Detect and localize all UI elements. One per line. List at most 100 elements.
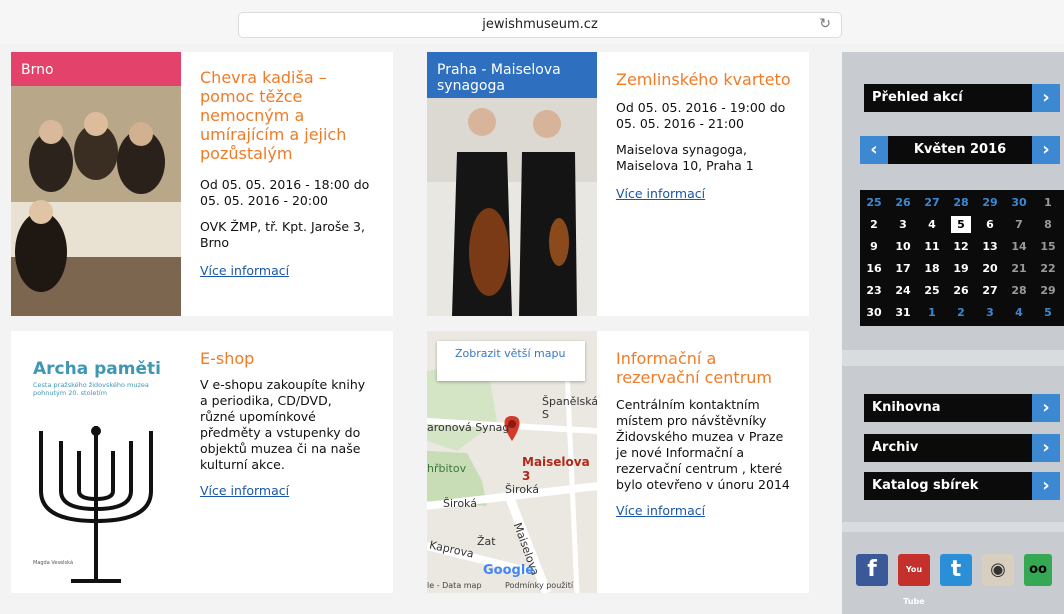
calendar-day[interactable]: 1 <box>1038 194 1058 211</box>
map-enlarge-link[interactable]: Zobrazit větší mapu <box>437 341 585 381</box>
map-label: Žat <box>477 535 496 548</box>
browser-toolbar: jewishmuseum.cz ↻ <box>0 0 1064 44</box>
calendar-day[interactable]: 16 <box>864 260 884 277</box>
calendar-day[interactable]: 30 <box>1009 194 1029 211</box>
reload-icon[interactable]: ↻ <box>819 16 831 32</box>
facebook-icon[interactable]: f <box>856 554 888 586</box>
map-label: hřbitov <box>427 462 467 475</box>
event-image-brno[interactable]: Brno <box>11 52 181 316</box>
calendar-day[interactable]: 27 <box>922 194 942 211</box>
collection-catalog-link[interactable]: Katalog sbírek › <box>864 472 1060 500</box>
calendar-day[interactable]: 22 <box>1038 260 1058 277</box>
calendar-day[interactable]: 3 <box>980 304 1000 321</box>
map-label: Maiselova 3 <box>522 455 590 483</box>
calendar-day[interactable]: 2 <box>864 216 884 233</box>
info-title[interactable]: Informační a rezervační centrum <box>616 349 776 387</box>
map-copyright: le - Data map <box>427 581 482 590</box>
twitter-icon[interactable]: t <box>940 554 972 586</box>
more-info-link[interactable]: Více informací <box>616 503 705 518</box>
calendar-day[interactable]: 30 <box>864 304 884 321</box>
calendar-day[interactable]: 10 <box>893 238 913 255</box>
calendar-day[interactable]: 29 <box>980 194 1000 211</box>
event-location-tag: Praha - Maiselova synagoga <box>427 52 597 98</box>
url-text: jewishmuseum.cz <box>482 17 598 32</box>
calendar-day[interactable]: 5 <box>1038 304 1058 321</box>
calendar-day[interactable]: 20 <box>980 260 1000 277</box>
calendar-day[interactable]: 5 <box>951 216 971 233</box>
calendar-day[interactable]: 23 <box>864 282 884 299</box>
calendar-day[interactable]: 17 <box>893 260 913 277</box>
calendar-day[interactable]: 27 <box>980 282 1000 299</box>
calendar-day[interactable]: 26 <box>951 282 971 299</box>
sidebar-separator <box>842 522 1064 532</box>
collection-catalog-label: Katalog sbírek <box>872 478 979 493</box>
calendar-month-header: ‹ Květen 2016 › <box>860 136 1060 164</box>
chevron-right-icon: › <box>1032 84 1060 112</box>
map-enlarge-label: Zobrazit větší mapu <box>455 347 566 360</box>
map-label: Široká <box>505 483 539 496</box>
calendar-day[interactable]: 31 <box>893 304 913 321</box>
calendar-grid: 25 26 27 28 29 30 1 2 3 4 5 6 7 8 9 10 11 12 13 14 15 16 17 18 1… <box>860 190 1064 326</box>
event-title[interactable]: Zemlinského kvarteto <box>616 70 796 89</box>
calendar-day[interactable]: 1 <box>922 304 942 321</box>
calendar-day[interactable]: 24 <box>893 282 913 299</box>
calendar-day[interactable]: 9 <box>864 238 884 255</box>
google-logo: Google <box>483 563 535 578</box>
more-info-link[interactable]: Více informací <box>200 483 289 498</box>
map-label: aronová Synag <box>427 421 510 434</box>
calendar-day[interactable]: 26 <box>893 194 913 211</box>
calendar-day[interactable]: 2 <box>951 304 971 321</box>
calendar-day[interactable]: 28 <box>1009 282 1029 299</box>
calendar-day[interactable]: 3 <box>893 216 913 233</box>
painting-illustration <box>11 52 181 316</box>
chevron-right-icon: › <box>1032 472 1060 500</box>
events-overview-button[interactable]: Přehled akcí › <box>864 84 1060 112</box>
sidebar-separator <box>842 350 1064 366</box>
calendar-day[interactable]: 13 <box>980 238 1000 255</box>
eshop-title[interactable]: E-shop <box>200 349 254 368</box>
youtube-icon[interactable]: You Tube <box>898 554 930 606</box>
map-terms[interactable]: Podmínky použití <box>505 581 573 590</box>
instagram-icon[interactable]: ◉ <box>982 554 1014 586</box>
events-overview-label: Přehled akcí <box>872 90 963 105</box>
calendar-day[interactable]: 11 <box>922 238 942 255</box>
map-label: Široká <box>443 497 477 510</box>
map[interactable]: Zobrazit větší mapu Španělská S aronová … <box>427 331 597 593</box>
eshop-card: Archa paměti Cesta pražského židovského … <box>11 331 393 593</box>
calendar-day[interactable]: 14 <box>1009 238 1029 255</box>
calendar-day[interactable]: 12 <box>951 238 971 255</box>
event-image-praha[interactable]: Praha - Maiselova synagoga <box>427 52 597 316</box>
book-cover[interactable]: Archa paměti Cesta pražského židovského … <box>11 331 181 593</box>
address-bar[interactable]: jewishmuseum.cz ↻ <box>238 12 842 38</box>
info-center-card: Zobrazit větší mapu Španělská S aronová … <box>427 331 809 593</box>
event-card-praha: Praha - Maiselova synagoga Zemlinského k… <box>427 52 809 316</box>
event-card-brno: Brno Chevra kadiša – pomoc těžce nemocný… <box>11 52 393 316</box>
calendar-day[interactable]: 7 <box>1009 216 1029 233</box>
sidebar: Přehled akcí › ‹ Květen 2016 › 25 26 27 28 2… <box>842 52 1064 614</box>
calendar-day[interactable]: 21 <box>1009 260 1029 277</box>
tripadvisor-icon[interactable]: oo <box>1024 554 1052 586</box>
calendar-day[interactable]: 19 <box>951 260 971 277</box>
calendar-day[interactable]: 28 <box>951 194 971 211</box>
calendar-day[interactable]: 18 <box>922 260 942 277</box>
event-location-tag: Brno <box>11 52 181 86</box>
calendar-day[interactable]: 6 <box>980 216 1000 233</box>
calendar-day[interactable]: 8 <box>1038 216 1058 233</box>
event-place: Maiselova synagoga, Maiselova 10, Praha … <box>616 142 754 173</box>
next-month-button[interactable]: › <box>1032 136 1060 164</box>
event-place: OVK ŽMP, tř. Kpt. Jaroše 3, Brno <box>200 219 365 250</box>
calendar-day[interactable]: 25 <box>864 194 884 211</box>
more-info-link[interactable]: Více informací <box>616 186 705 201</box>
eshop-text: V e-shopu zakoupíte knihy a periodika, C… <box>200 377 366 472</box>
library-link[interactable]: Knihovna › <box>864 394 1060 422</box>
calendar-day[interactable]: 4 <box>922 216 942 233</box>
calendar-day[interactable]: 4 <box>1009 304 1029 321</box>
event-title[interactable]: Chevra kadiša – pomoc těžce nemocným a u… <box>200 68 360 163</box>
more-info-link[interactable]: Více informací <box>200 263 289 278</box>
event-date: Od 05. 05. 2016 - 18:00 do 05. 05. 2016 … <box>200 177 370 208</box>
calendar-day[interactable]: 15 <box>1038 238 1058 255</box>
calendar-day[interactable]: 29 <box>1038 282 1058 299</box>
archive-link[interactable]: Archiv › <box>864 434 1060 462</box>
calendar-day[interactable]: 25 <box>922 282 942 299</box>
map-label: Španělská S <box>542 395 597 421</box>
